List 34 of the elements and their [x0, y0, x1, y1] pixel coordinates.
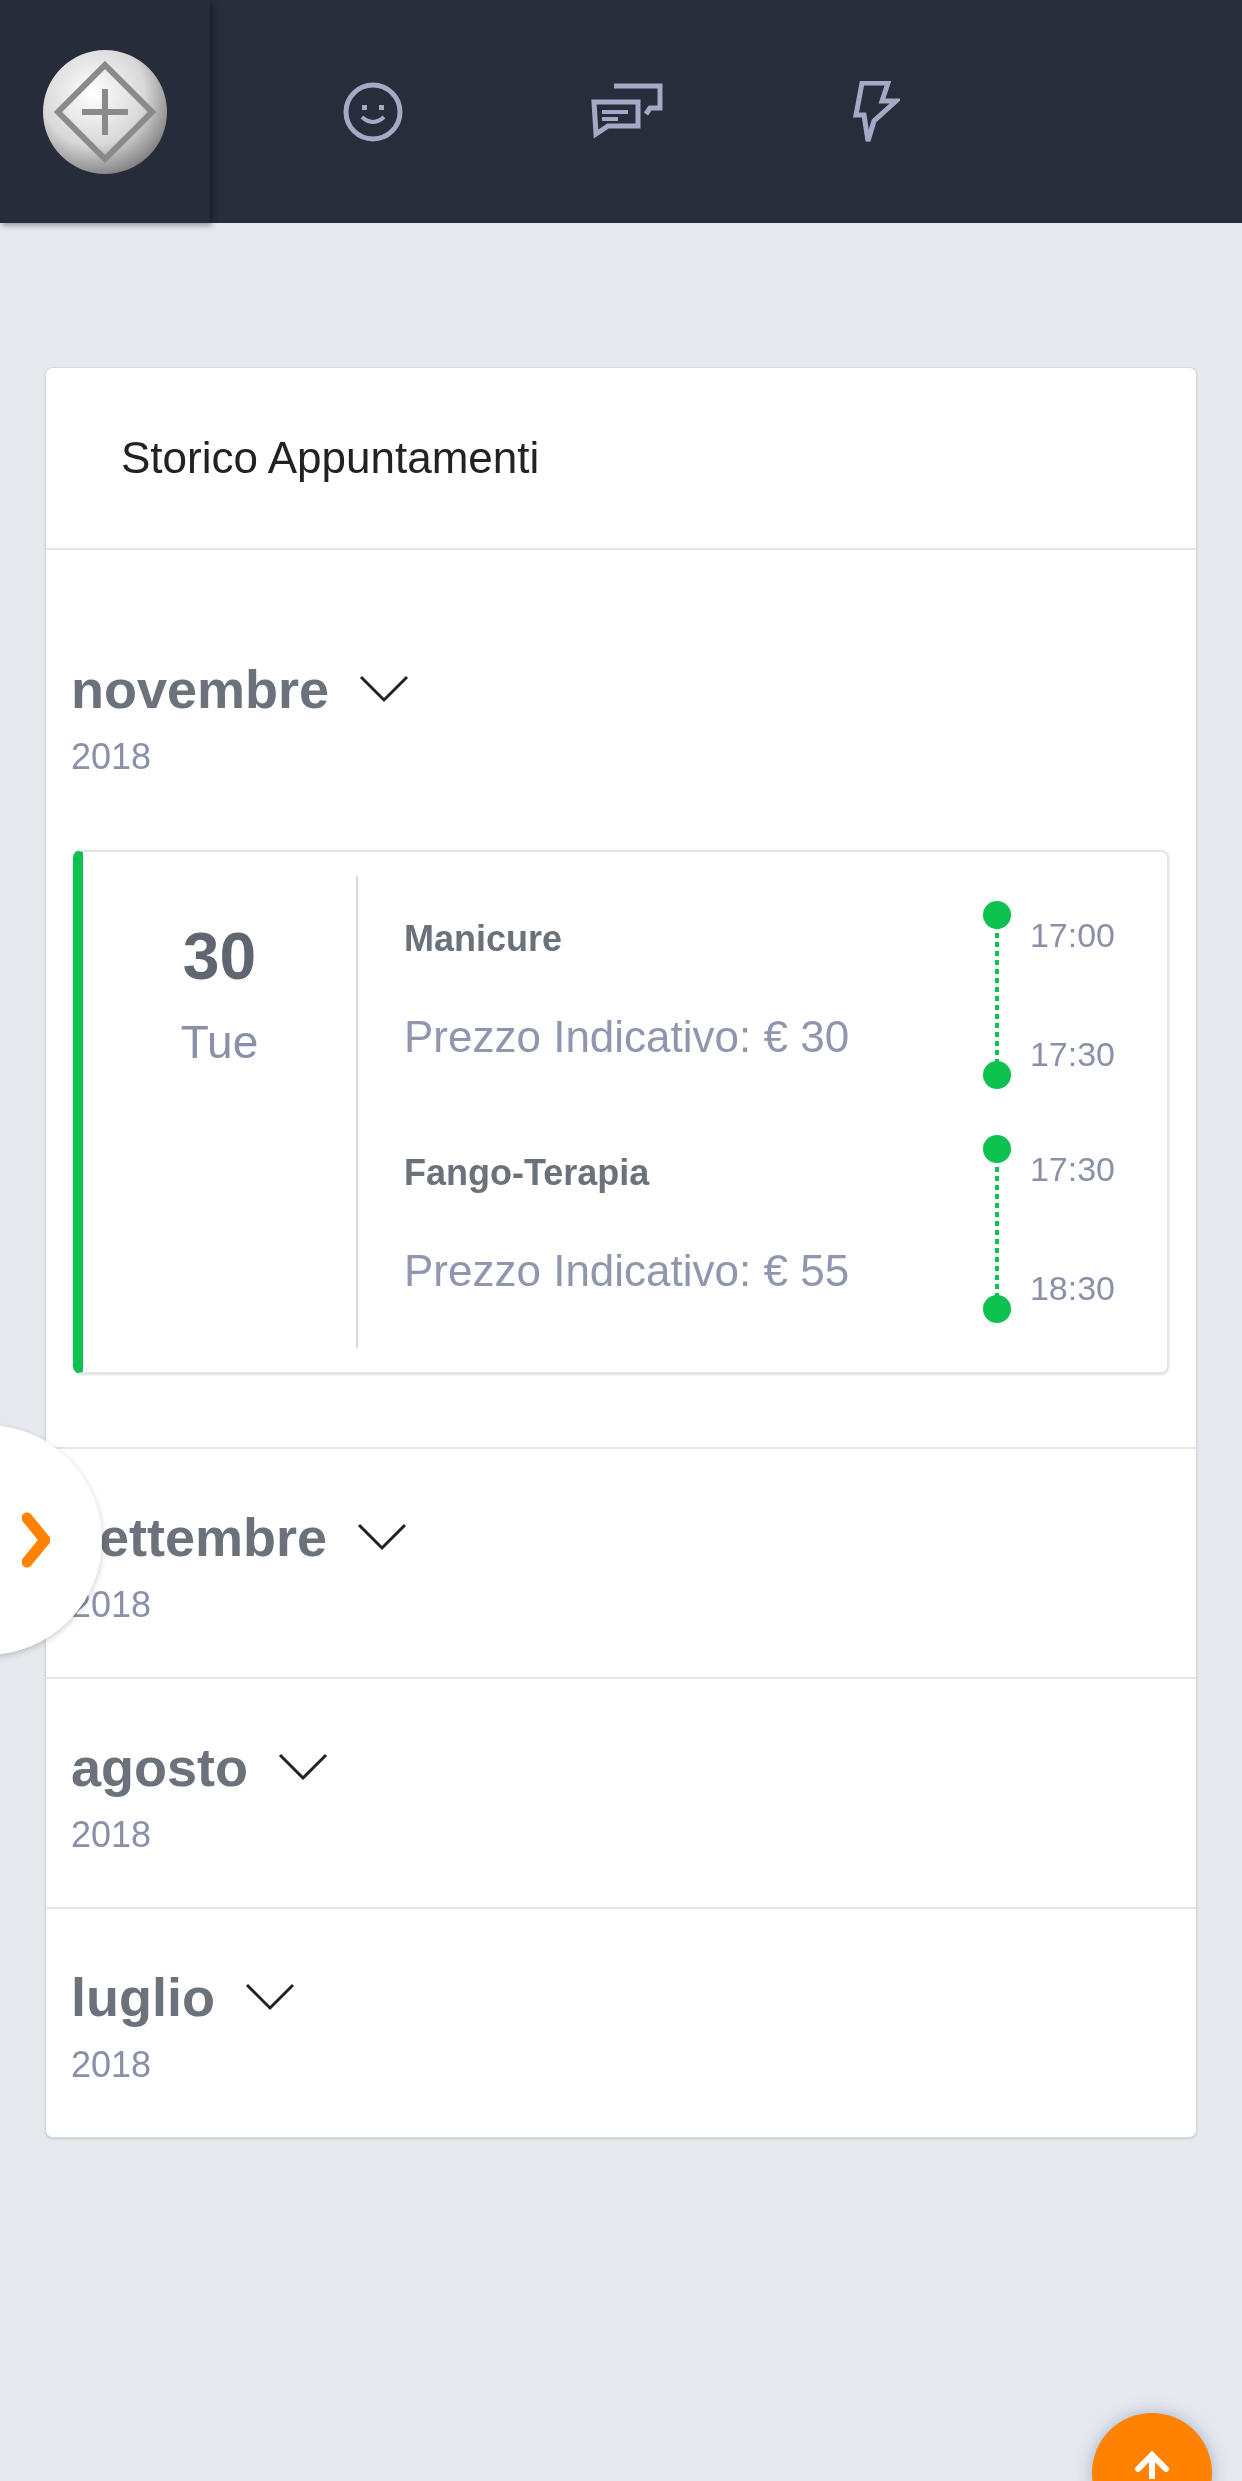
lightning-icon[interactable] — [850, 80, 900, 143]
logo-icon — [42, 48, 168, 175]
start-time: 17:00 — [1029, 915, 1115, 956]
month-name: luglio — [71, 1966, 215, 2029]
year-label: 2018 — [70, 1813, 153, 1857]
panel-title: Storico Appuntamenti — [121, 432, 540, 484]
month-header[interactable]: agosto — [71, 1732, 328, 1802]
month-name: novembre — [71, 658, 330, 721]
service-name: Manicure — [404, 917, 564, 961]
price-label: Prezzo Indicativo: € 30 — [404, 1011, 851, 1063]
price-label: Prezzo Indicativo: € 55 — [404, 1245, 851, 1297]
chevron-down-icon — [278, 1753, 328, 1781]
day-number: 30 — [182, 918, 257, 995]
month-name: ettembre — [99, 1506, 328, 1569]
logo-panel[interactable] — [0, 0, 210, 223]
year-label: 2018 — [70, 2043, 153, 2087]
end-time: 18:30 — [1029, 1268, 1115, 1309]
month-header[interactable]: luglio — [71, 1962, 295, 2032]
chevron-right-icon — [22, 1512, 50, 1568]
chevron-down-icon — [357, 1523, 408, 1551]
start-time: 17:30 — [1029, 1149, 1115, 1190]
arrow-up-icon — [1134, 2449, 1170, 2479]
year-label: 2018 — [70, 735, 153, 779]
smiley-icon[interactable] — [342, 80, 404, 143]
time-line-icon — [981, 900, 1012, 1090]
chevron-down-icon — [359, 675, 410, 703]
month-header[interactable]: novembre — [71, 654, 410, 724]
weekday-label: Tue — [180, 1015, 259, 1070]
end-time: 17:30 — [1029, 1034, 1115, 1075]
time-line-icon — [981, 1134, 1012, 1324]
service-name: Fango-Terapia — [404, 1151, 651, 1195]
month-name: agosto — [71, 1736, 248, 1799]
month-header[interactable]: ettembre — [99, 1502, 408, 1572]
chevron-down-icon — [244, 1983, 295, 2011]
